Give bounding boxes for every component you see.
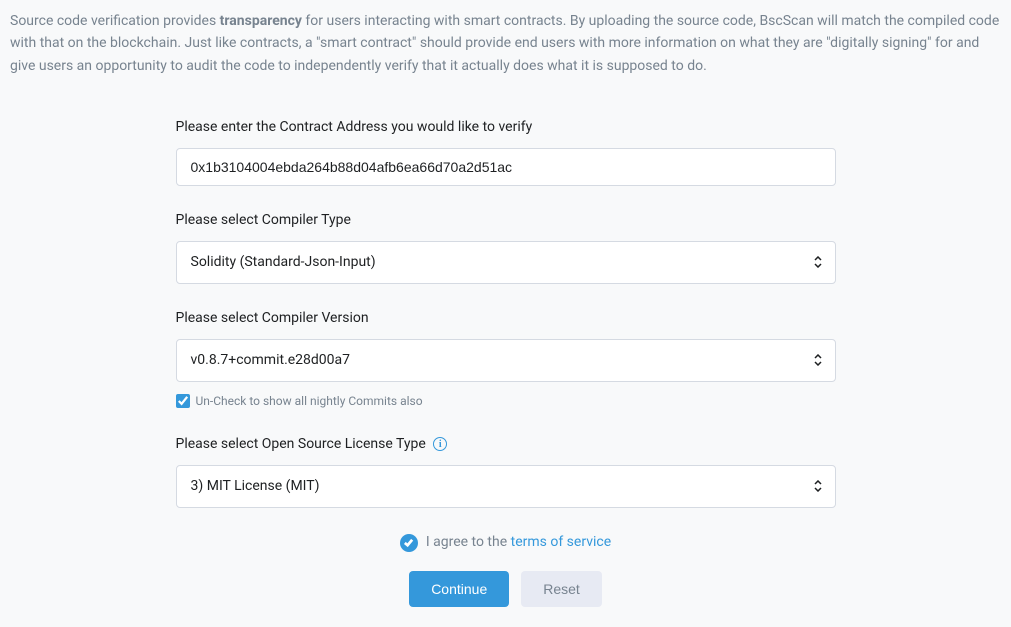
intro-text: Source code verification provides transp… xyxy=(0,0,1011,97)
contract-address-group: Please enter the Contract Address you wo… xyxy=(176,117,836,186)
terms-text: I agree to the terms of service xyxy=(426,532,611,553)
compiler-type-group: Please select Compiler Type Solidity (St… xyxy=(176,210,836,284)
compiler-type-label: Please select Compiler Type xyxy=(176,210,836,231)
verify-form: Please enter the Contract Address you wo… xyxy=(166,117,846,627)
intro-prefix: Source code verification provides xyxy=(10,13,220,29)
compiler-version-group: Please select Compiler Version v0.8.7+co… xyxy=(176,308,836,410)
nightly-checkbox-label[interactable]: Un-Check to show all nightly Commits als… xyxy=(196,392,423,410)
terms-link[interactable]: terms of service xyxy=(511,534,612,550)
compiler-version-select[interactable]: v0.8.7+commit.e28d00a7 xyxy=(176,339,836,382)
license-select[interactable]: 3) MIT License (MIT) xyxy=(176,465,836,508)
terms-row: I agree to the terms of service xyxy=(176,532,836,553)
license-label-text: Please select Open Source License Type xyxy=(176,436,426,452)
continue-button[interactable]: Continue xyxy=(409,571,509,607)
button-row: Continue Reset xyxy=(176,571,836,627)
terms-prefix: I agree to the xyxy=(426,534,511,550)
nightly-checkbox[interactable] xyxy=(176,394,190,408)
compiler-version-label: Please select Compiler Version xyxy=(176,308,836,329)
info-icon[interactable]: i xyxy=(433,437,447,451)
nightly-checkbox-row: Un-Check to show all nightly Commits als… xyxy=(176,392,836,410)
compiler-type-select[interactable]: Solidity (Standard-Json-Input) xyxy=(176,241,836,284)
intro-bold: transparency xyxy=(220,13,302,29)
reset-button[interactable]: Reset xyxy=(521,571,602,607)
contract-address-input[interactable] xyxy=(176,148,836,186)
terms-checkbox[interactable] xyxy=(400,534,418,552)
license-label: Please select Open Source License Type i xyxy=(176,434,836,455)
license-group: Please select Open Source License Type i… xyxy=(176,434,836,508)
contract-address-label: Please enter the Contract Address you wo… xyxy=(176,117,836,138)
